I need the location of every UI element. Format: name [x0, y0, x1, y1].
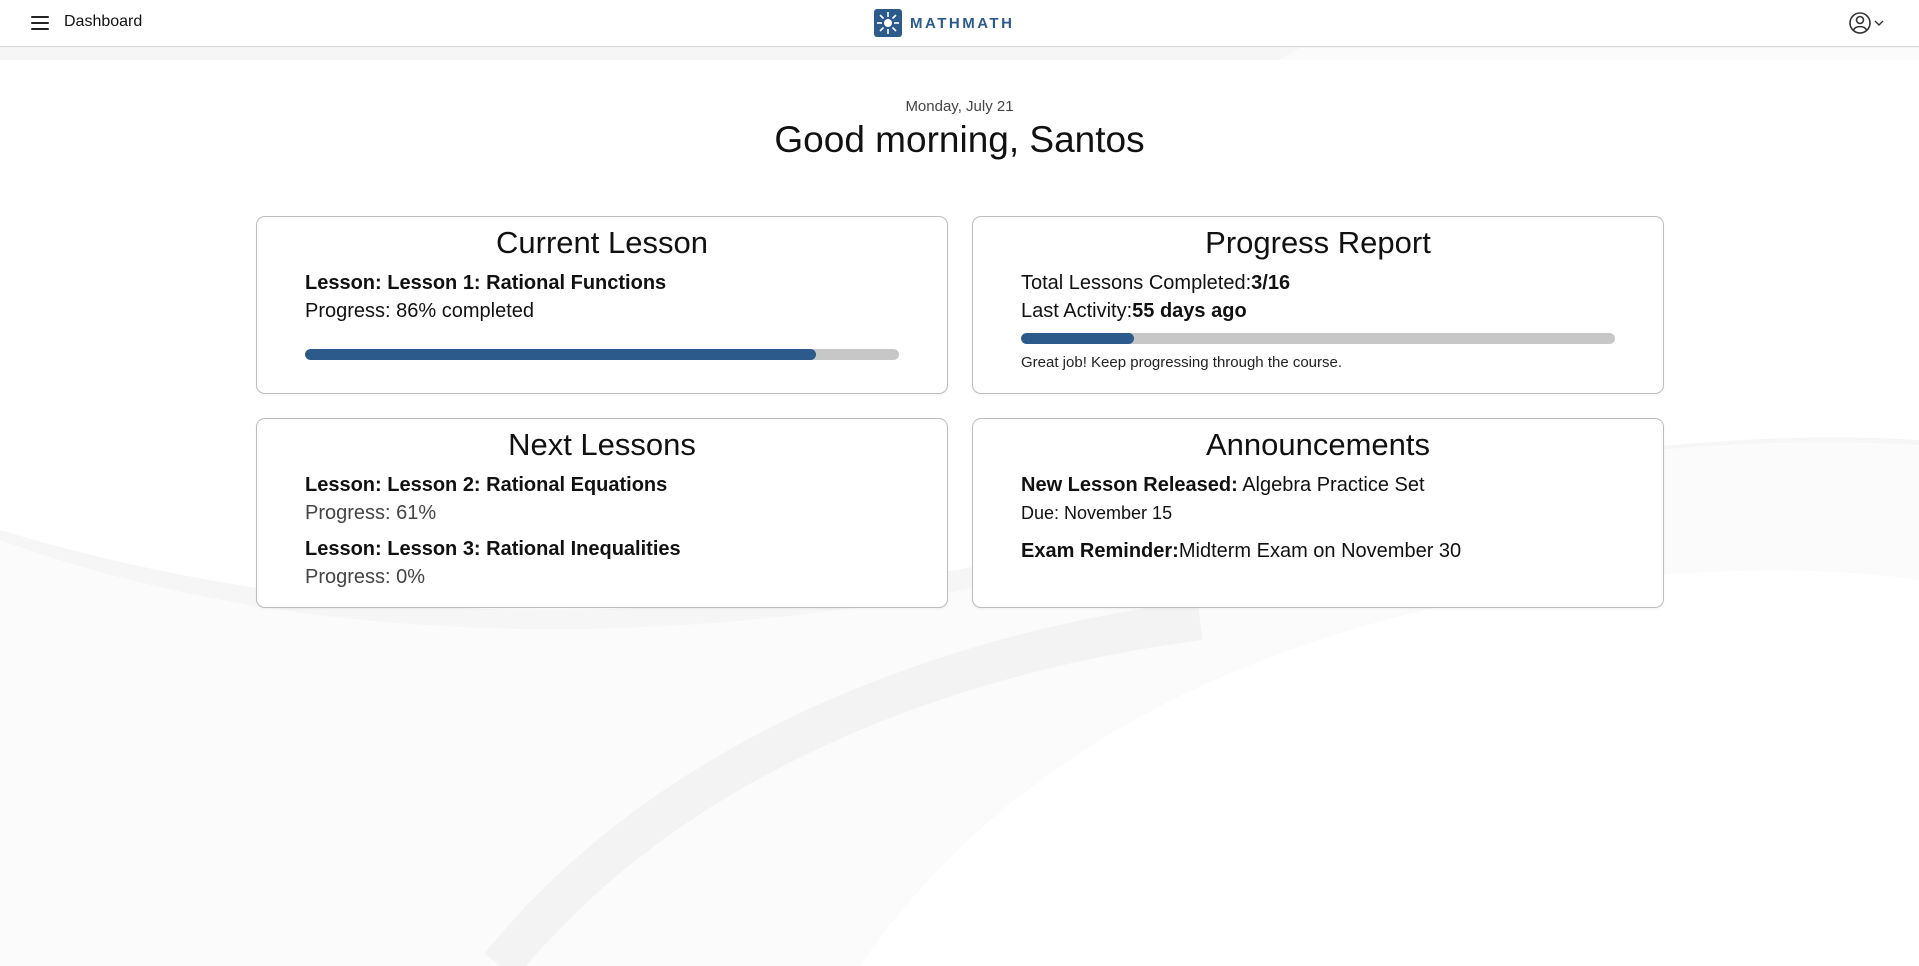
- lessons-completed-label: Total Lessons Completed:: [1021, 272, 1252, 294]
- user-circle-icon: [1849, 12, 1884, 34]
- course-progress-bar: [1021, 333, 1615, 344]
- list-item[interactable]: Lesson: Lesson 2: Rational Equations Pro…: [305, 471, 899, 527]
- last-activity-label: Last Activity:: [1021, 300, 1133, 322]
- breadcrumb: Dashboard: [64, 13, 143, 30]
- logo-mark-icon: [874, 9, 902, 37]
- list-item[interactable]: Lesson: Lesson 3: Rational Inequalities …: [305, 535, 899, 591]
- current-lesson-card[interactable]: Current Lesson Lesson: Lesson 1: Rationa…: [256, 216, 948, 394]
- announcement-label: New Lesson Released:: [1021, 474, 1238, 496]
- progress-report-card[interactable]: Progress Report Total Lessons Completed:…: [972, 216, 1664, 394]
- current-lesson-progress-text: Progress: 86% completed: [305, 300, 535, 322]
- lessons-completed-value: 3/16: [1251, 272, 1291, 294]
- next-lesson-progress: Progress: 0%: [305, 566, 426, 588]
- brand-logo[interactable]: MATHMATH: [874, 9, 1014, 37]
- last-activity: Last Activity:55 days ago: [1021, 297, 1615, 325]
- progress-fill: [1021, 333, 1134, 344]
- announcement-item: New Lesson Released: Algebra Practice Se…: [1021, 471, 1615, 527]
- announcement-text: Algebra Practice Set: [1237, 474, 1425, 496]
- greeting: Good morning, Santos: [774, 119, 1145, 160]
- current-lesson-name: Lesson: Lesson 1: Rational Functions: [305, 272, 667, 294]
- announcement-label: Exam Reminder:: [1021, 540, 1179, 562]
- card-title: Current Lesson: [496, 225, 708, 260]
- progress-fill: [305, 349, 816, 360]
- card-title: Announcements: [1205, 427, 1431, 462]
- chevron-down-icon: [1874, 20, 1884, 26]
- user-menu-button[interactable]: [1848, 10, 1888, 36]
- announcement-text: Midterm Exam on November 30: [1178, 540, 1462, 562]
- announcement-due: Due: November 15: [1021, 503, 1173, 523]
- hamburger-menu-icon[interactable]: [28, 12, 52, 34]
- welcome-header: Monday, July 21 Good morning, Santos: [0, 98, 1919, 161]
- announcement-item: Exam Reminder:Midterm Exam on November 3…: [1021, 537, 1615, 565]
- top-bar: Dashboard MATHMATH: [0, 0, 1919, 47]
- current-date: Monday, July 21: [905, 98, 1014, 115]
- current-lesson-progress-bar: [305, 349, 899, 360]
- lessons-completed: Total Lessons Completed:3/16: [1021, 269, 1615, 297]
- card-title: Progress Report: [1205, 225, 1431, 260]
- encouragement-message: Great job! Keep progressing through the …: [1021, 354, 1343, 371]
- last-activity-value: 55 days ago: [1132, 300, 1247, 322]
- brand-name: MATHMATH: [910, 14, 1015, 32]
- next-lessons-card: Next Lessons Lesson: Lesson 2: Rational …: [256, 418, 948, 608]
- card-title: Next Lessons: [508, 427, 696, 462]
- next-lesson-name: Lesson: Lesson 2: Rational Equations: [305, 474, 668, 496]
- next-lesson-name: Lesson: Lesson 3: Rational Inequalities: [305, 538, 681, 560]
- next-lesson-progress: Progress: 61%: [305, 502, 437, 524]
- announcements-card: Announcements New Lesson Released: Algeb…: [972, 418, 1664, 608]
